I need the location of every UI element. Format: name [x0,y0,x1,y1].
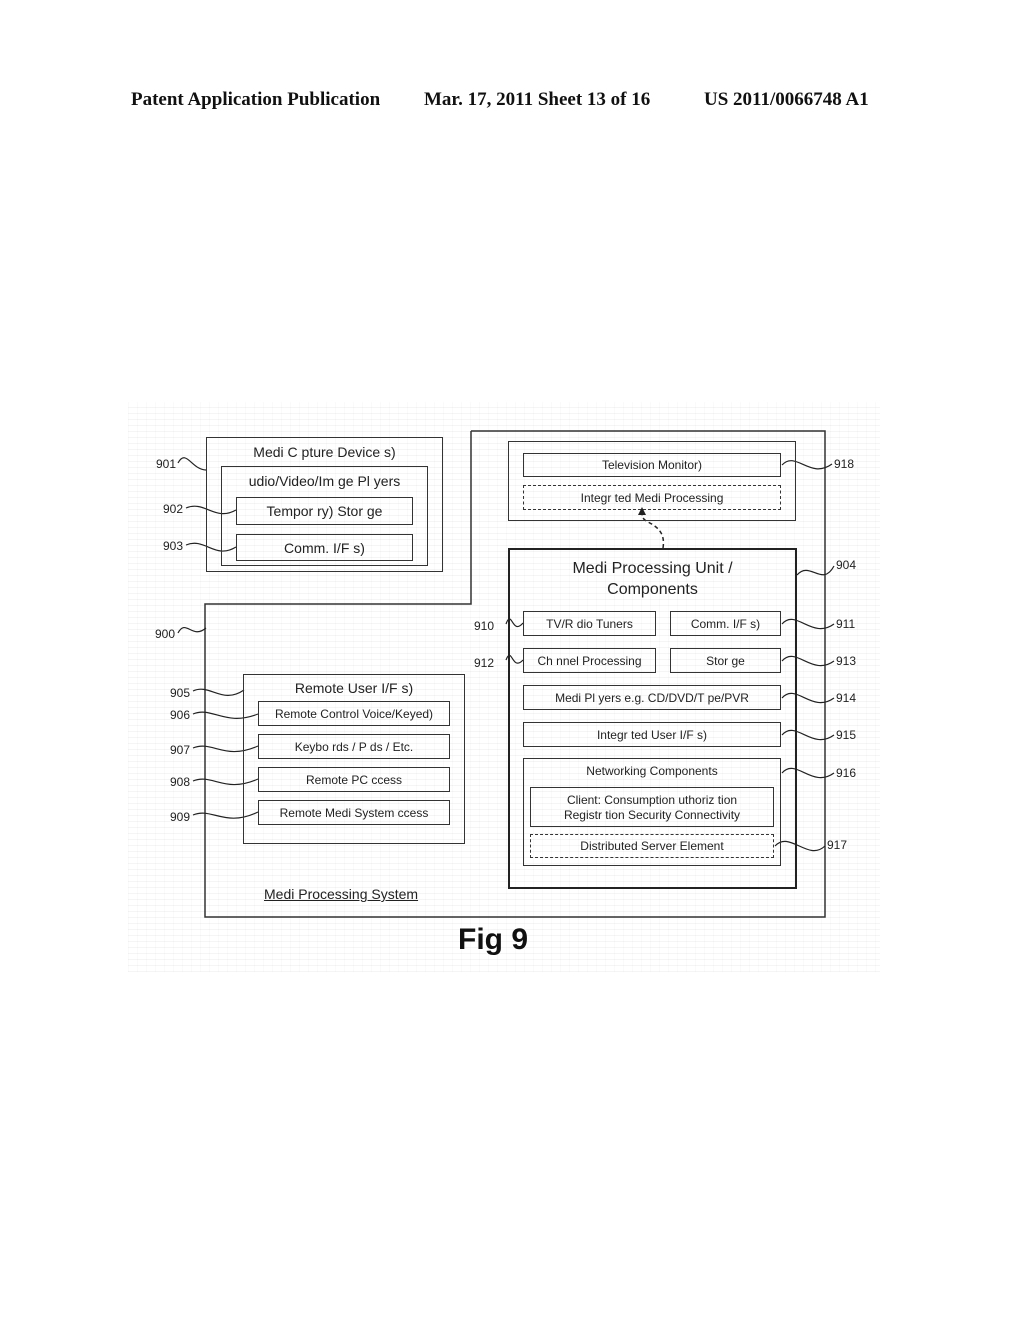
media-processing-system-label: Medi Processing System [264,886,419,902]
ref-907: 907 [170,743,191,757]
distributed-server-element-box: Distributed Server Element [530,834,774,858]
television-monitor-box: Television Monitor) [523,453,781,477]
ref-904: 904 [836,558,857,572]
mpu-title-line1: Medi Processing Unit / [572,560,733,577]
temporary-storage-box: Tempor ry) Stor ge [236,497,413,525]
ref-911: 911 [836,617,856,631]
publication-number: US 2011/0066748 A1 [704,89,869,110]
ref-900: 900 [155,627,176,641]
networking-components-title: Networking Components [586,764,718,778]
ref-903: 903 [163,539,184,553]
ref-901: 901 [156,457,177,471]
remote-user-if-title: Remote User I/F s) [294,680,414,696]
mpu-storage-box: Stor ge [670,648,781,673]
ref-916: 916 [836,766,857,780]
ref-905: 905 [170,686,191,700]
ref-912: 912 [474,656,495,670]
ref-914: 914 [836,691,857,705]
remote-pc-access-box: Remote PC ccess [258,767,450,792]
mpu-comm-if-box: Comm. I/F s) [670,611,781,636]
client-functions-line2: Registr tion Security Connectivity [563,808,741,822]
publication-title: Patent Application Publication [131,89,381,110]
publication-date-sheet: Mar. 17, 2011 Sheet 13 of 16 [424,89,651,110]
integrated-media-processing-box: Integr ted Medi Processing [523,485,781,510]
ref-918: 918 [834,457,855,471]
media-capture-device-title: Medi C pture Device s) [253,444,396,460]
remote-media-system-access-box: Remote Medi System ccess [258,800,450,825]
ref-906: 906 [170,708,191,722]
capture-comm-if-box: Comm. I/F s) [236,534,413,561]
ref-909: 909 [170,810,191,824]
tv-radio-tuners-box: TV/R dio Tuners [523,611,656,636]
client-functions-line1: Client: Consumption uthoriz tion [566,793,738,807]
ref-915: 915 [836,728,857,742]
figure-caption: Fig 9 [458,923,529,956]
ref-910: 910 [474,619,495,633]
integrated-user-if-box: Integr ted User I/F s) [523,722,781,747]
ref-902: 902 [163,502,184,516]
ref-908: 908 [170,775,191,789]
keyboards-pads-box: Keybo rds / P ds / Etc. [258,734,450,759]
remote-control-box: Remote Control Voice/Keyed) [258,701,450,726]
ref-913: 913 [836,654,857,668]
mpu-title-line2: Components [607,581,698,598]
av-image-players-title: udio/Video/Im ge Pl yers [248,473,401,489]
ref-917: 917 [827,838,848,852]
media-players-box: Medi Pl yers e.g. CD/DVD/T pe/PVR [523,685,781,710]
channel-processing-box: Ch nnel Processing [523,648,656,673]
